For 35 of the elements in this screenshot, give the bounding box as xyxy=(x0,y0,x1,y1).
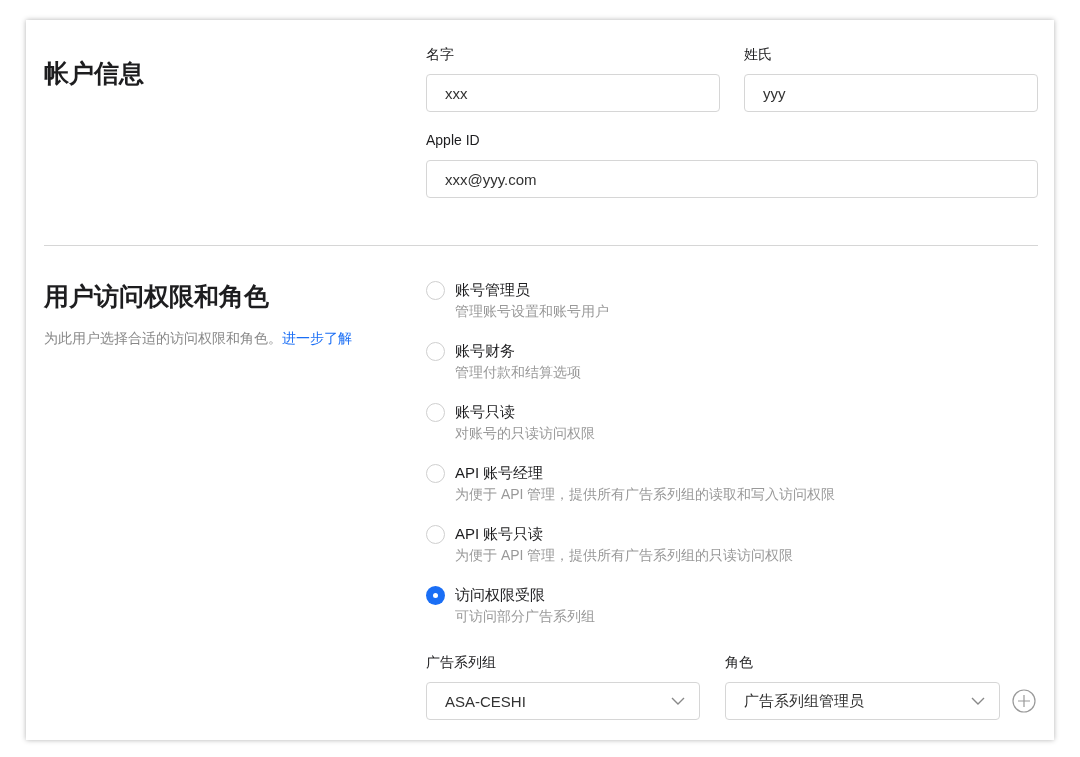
field-label: 名字 xyxy=(426,45,455,64)
role-description: 管理付款和结算选项 xyxy=(455,363,581,382)
role-label: 访问权限受限 xyxy=(455,585,546,605)
learn-more-link[interactable]: 进一步了解 xyxy=(282,330,352,346)
section-title: 帐户信息 xyxy=(44,58,145,89)
radio-button[interactable] xyxy=(426,464,445,483)
role-label: 账号管理员 xyxy=(455,280,531,300)
radio-button[interactable] xyxy=(426,281,445,300)
role-description: 为便于 API 管理，提供所有广告系列组的读取和写入访问权限 xyxy=(455,485,836,504)
role-description: 可访问部分广告系列组 xyxy=(455,607,595,626)
radio-button[interactable] xyxy=(426,403,445,422)
role-label: 账号只读 xyxy=(455,402,516,422)
input-field[interactable]: xxx xyxy=(426,74,720,112)
radio-button[interactable] xyxy=(426,586,445,605)
role-label: 账号财务 xyxy=(455,341,516,361)
role-label: API 账号经理 xyxy=(455,463,545,483)
radio-button[interactable] xyxy=(426,525,445,544)
radio-button[interactable] xyxy=(426,342,445,361)
role-description: 管理账号设置和账号用户 xyxy=(455,302,609,321)
field-label: 姓氏 xyxy=(744,45,773,64)
section-description: 为此用户选择合适的访问权限和角色。进一步了解 xyxy=(44,329,353,348)
role-label: API 账号只读 xyxy=(455,524,545,544)
field-label: 角色 xyxy=(725,653,754,672)
role-description: 对账号的只读访问权限 xyxy=(455,424,595,443)
input-field[interactable]: yyy xyxy=(744,74,1038,112)
add-icon[interactable] xyxy=(1012,689,1036,713)
role-description: 为便于 API 管理，提供所有广告系列组的只读访问权限 xyxy=(455,546,794,565)
campaign-group-dropdown[interactable]: ASA-CESHI xyxy=(426,682,700,720)
field-label: 广告系列组 xyxy=(426,653,497,672)
input-field[interactable]: xxx@yyy.com xyxy=(426,160,1038,198)
chevron-down-icon xyxy=(671,697,685,705)
field-label: Apple ID xyxy=(426,131,481,150)
role-dropdown[interactable]: 广告系列组管理员 xyxy=(725,682,1000,720)
section-title: 用户访问权限和角色 xyxy=(44,281,270,312)
chevron-down-icon xyxy=(971,697,985,705)
